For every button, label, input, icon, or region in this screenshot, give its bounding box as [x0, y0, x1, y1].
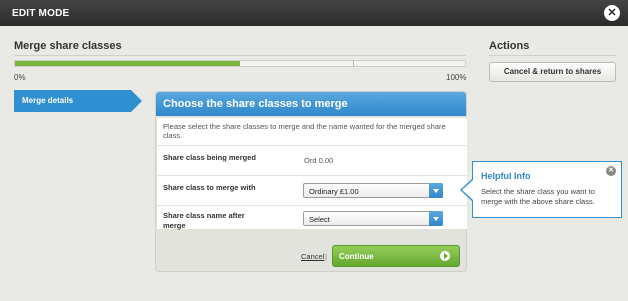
- close-icon[interactable]: ✕: [604, 5, 620, 21]
- tooltip-pointer-inner: [462, 180, 473, 200]
- name-after-merge-select[interactable]: Select: [303, 211, 443, 226]
- page-title: Merge share classes: [14, 40, 122, 52]
- cancel-link[interactable]: Cancel: [301, 252, 324, 261]
- continue-button[interactable]: Continue: [332, 245, 460, 267]
- progress-start-label: 0%: [14, 73, 26, 82]
- share-class-merge-with-label: Share class to merge with: [163, 183, 256, 192]
- continue-label: Continue: [339, 252, 374, 261]
- share-class-being-merged-label: Share class being merged: [163, 153, 256, 162]
- helpful-info-box: Helpful Info Select the share class you …: [472, 161, 622, 218]
- edit-mode-title: EDIT MODE: [12, 8, 70, 19]
- progress-fill: [15, 61, 240, 66]
- cancel-return-button[interactable]: Cancel & return to shares: [489, 62, 616, 82]
- panel-title: Choose the share classes to merge: [156, 92, 466, 116]
- progress-bar: [14, 60, 466, 67]
- merge-with-select[interactable]: Ordinary £1.00: [303, 183, 443, 198]
- share-class-name-label: Share class name after merge: [163, 211, 245, 230]
- merge-form: Please select the share classes to merge…: [157, 118, 467, 230]
- share-class-being-merged-value: Ord 0.00: [304, 156, 334, 165]
- link-separator: |: [325, 252, 327, 261]
- arrow-right-icon: [440, 251, 450, 261]
- close-icon[interactable]: ✕: [606, 166, 616, 176]
- top-bar: EDIT MODE ✕: [0, 0, 628, 26]
- name-after-merge-selected-value: Select: [309, 215, 330, 224]
- intro-text: Please select the share classes to merge…: [163, 122, 446, 140]
- merge-panel: Choose the share classes to merge Please…: [155, 91, 467, 272]
- step-merge-details[interactable]: Merge details: [14, 90, 131, 112]
- actions-heading: Actions: [489, 40, 530, 52]
- merge-with-selected-value: Ordinary £1.00: [309, 187, 359, 196]
- divider: [14, 55, 466, 56]
- chevron-down-icon[interactable]: [429, 211, 443, 226]
- helpful-info-title: Helpful Info: [481, 171, 531, 181]
- form-row: Share class being merged Ord 0.00: [157, 145, 467, 175]
- form-row: Share class name after merge Select: [157, 205, 467, 230]
- progress-end-label: 100%: [446, 73, 467, 82]
- progress-marker: [352, 60, 354, 67]
- form-row: Share class to merge with Ordinary £1.00: [157, 175, 467, 205]
- step-arrow-icon: [131, 90, 142, 112]
- helpful-info-text: Select the share class you want to merge…: [481, 187, 595, 206]
- divider: [489, 55, 616, 56]
- chevron-down-icon[interactable]: [429, 183, 443, 198]
